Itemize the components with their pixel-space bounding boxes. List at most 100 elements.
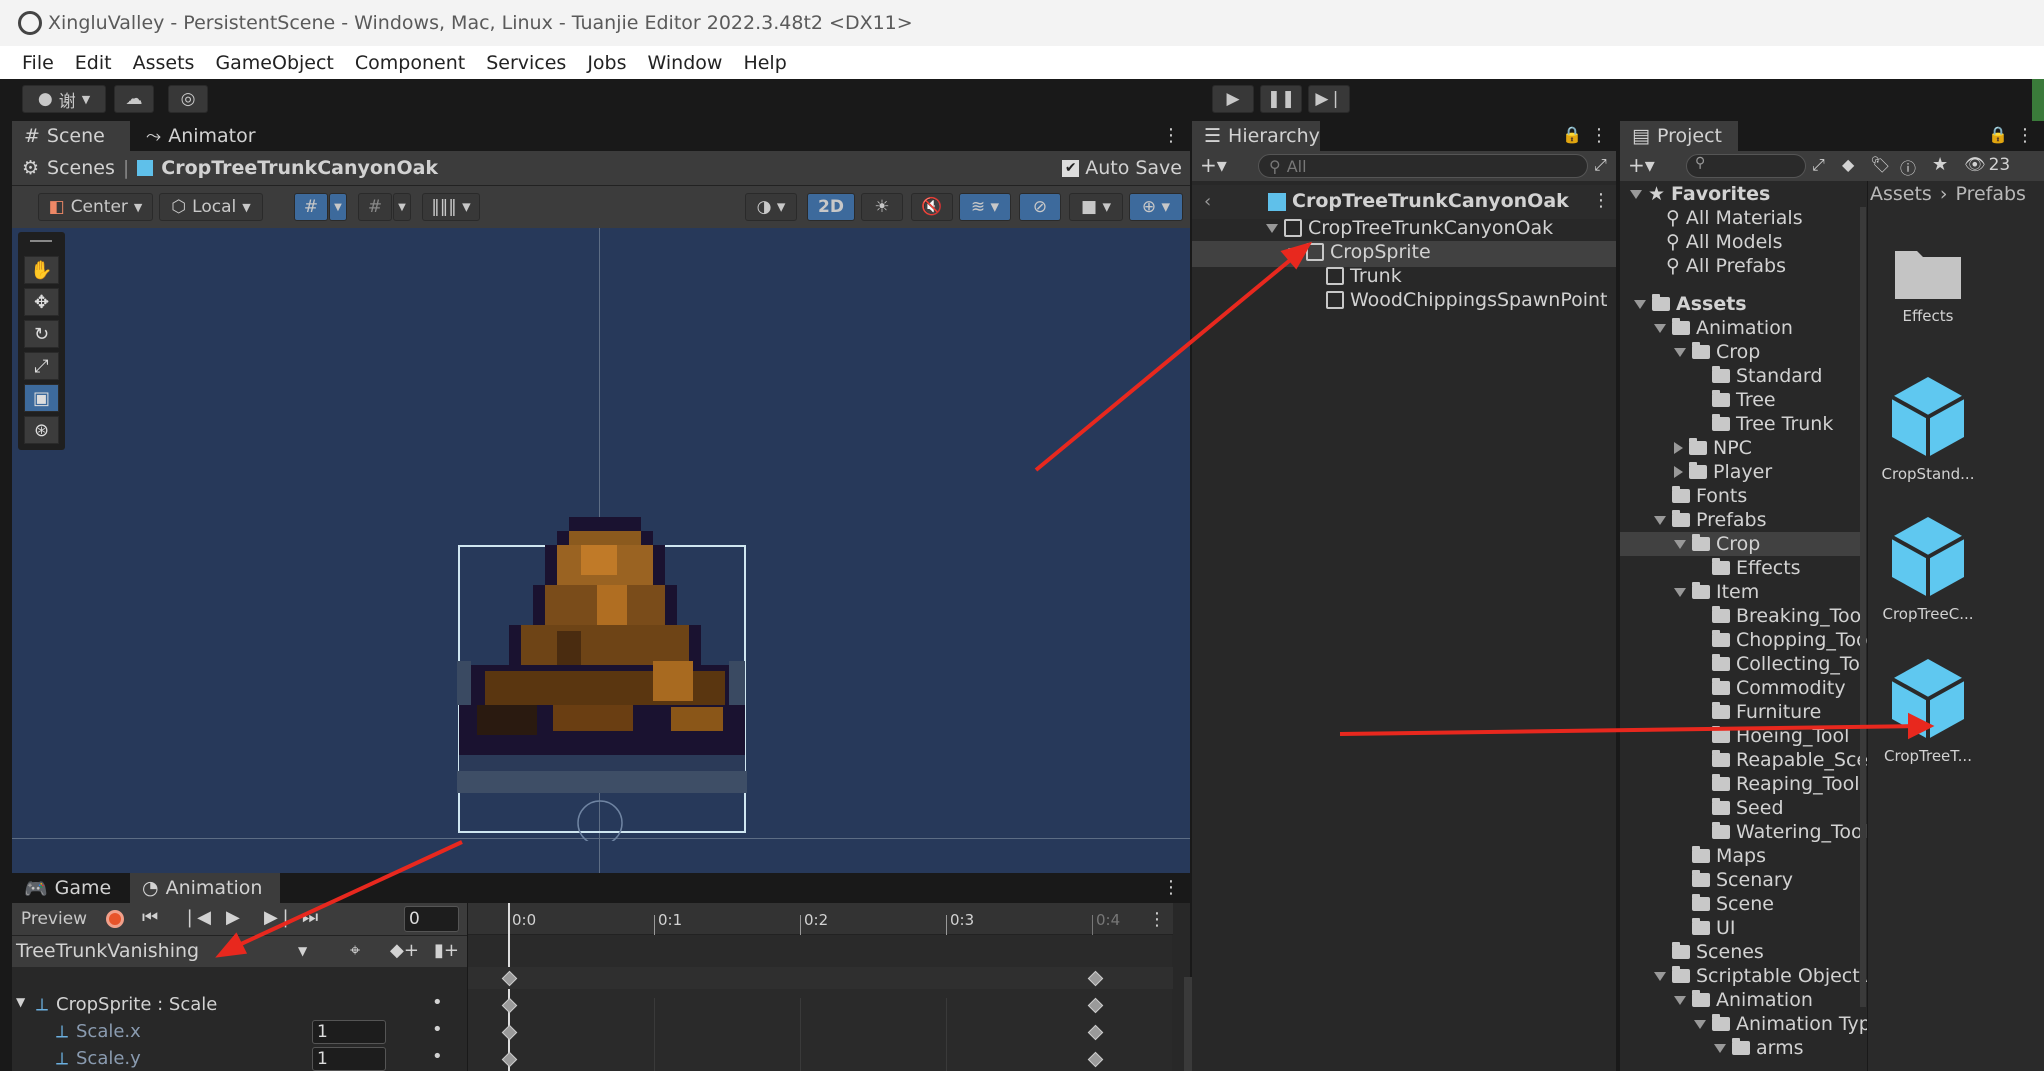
tab-hierarchy[interactable]: ☰ Hierarchy — [1192, 121, 1320, 151]
breadcrumb-assets[interactable]: Assets — [1870, 183, 1932, 205]
drag-handle-icon[interactable] — [30, 240, 52, 242]
menu-file[interactable]: File — [22, 52, 54, 74]
expand-arrow-icon[interactable] — [1266, 223, 1278, 233]
pause-button[interactable]: ❚❚ — [1260, 85, 1302, 113]
lock-icon[interactable]: 🔒 — [1988, 125, 2008, 144]
project-folder-item[interactable]: Fonts — [1654, 485, 1747, 507]
tab-game[interactable]: 🎮 Game — [12, 873, 128, 903]
expand-arrow-icon[interactable] — [1630, 189, 1642, 199]
expand-arrow-icon[interactable] — [1694, 1019, 1706, 1029]
property-row-scale[interactable]: ▼ ⟂ CropSprite : Scale • — [12, 992, 467, 1019]
project-folder-item[interactable]: Furniture — [1694, 701, 1821, 723]
menu-services[interactable]: Services — [486, 52, 566, 74]
project-folder-item[interactable]: Crop — [1674, 341, 1760, 363]
clip-dropdown[interactable]: TreeTrunkVanishing ▼ — [16, 940, 316, 962]
menu-component[interactable]: Component — [355, 52, 465, 74]
keyframe-marker[interactable] — [1087, 1024, 1104, 1041]
camera-dropdown[interactable]: ■ ▾ — [1069, 193, 1123, 221]
expand-arrow-icon[interactable] — [1674, 347, 1686, 357]
timeline[interactable]: 0:0 0:1 0:2 0:3 0:4 ⋮ — [467, 903, 1194, 1071]
breadcrumb-prefab[interactable]: CropTreeTrunkCanyonOak — [161, 157, 438, 179]
menu-edit[interactable]: Edit — [75, 52, 112, 74]
project-folder-item[interactable]: Scriptable Object A — [1654, 965, 1867, 987]
asset-tile[interactable]: CropStand... — [1868, 373, 1988, 483]
ruler-button[interactable]: ‖‖‖ ▾ — [422, 193, 480, 221]
expand-arrow-icon[interactable] — [1714, 1043, 1726, 1053]
more-options-icon[interactable]: ⋮ — [1162, 877, 1180, 898]
keyframe-marker[interactable] — [1087, 1051, 1104, 1068]
first-key-icon[interactable]: ⏮ — [142, 907, 158, 928]
hierarchy-item[interactable]: CropTreeTrunkCanyonOak — [1266, 217, 1553, 239]
last-key-icon[interactable]: ⏭ — [302, 907, 318, 928]
project-folder-item[interactable]: Effects — [1694, 557, 1801, 579]
asset-tile[interactable]: CropTreeT... — [1868, 655, 1988, 765]
project-folder-item[interactable]: Prefabs — [1654, 509, 1767, 531]
increment-snap-button[interactable]: # — [358, 193, 392, 221]
keyframe-target-icon[interactable]: ⌖ — [350, 940, 360, 961]
increment-snap-dropdown[interactable]: ▼ — [393, 193, 411, 221]
mode-2d-toggle[interactable]: 2D — [807, 193, 855, 221]
more-options-icon[interactable]: ⋮ — [1590, 125, 1608, 146]
project-folder-item[interactable]: Item — [1674, 581, 1759, 603]
expand-arrow-icon[interactable] — [1674, 442, 1683, 454]
scale-x-input[interactable]: 1 — [312, 1020, 386, 1044]
favorite-item[interactable]: ⚲ All Materials — [1666, 207, 1803, 229]
property-row-scale-x[interactable]: ⟂ Scale.x 1 • — [12, 1019, 467, 1046]
property-row-scale-y[interactable]: ⟂ Scale.y 1 • — [12, 1046, 467, 1071]
prev-key-icon[interactable]: ❘◀ — [182, 907, 211, 928]
scene-viewport[interactable]: ✋ ✥ ↻ ⤢ ▣ ⊛ — [12, 228, 1190, 873]
audio-toggle[interactable]: 🔇 — [911, 193, 953, 221]
more-options-icon[interactable]: ⋮ — [1162, 125, 1180, 146]
expand-arrow-icon[interactable] — [1634, 299, 1646, 309]
services-button[interactable]: ◎ — [168, 85, 208, 113]
expand-arrow-icon[interactable] — [1654, 971, 1666, 981]
tree-scrollbar[interactable] — [1860, 207, 1866, 1007]
project-folder-item[interactable]: Reapable_Sce — [1694, 749, 1867, 771]
project-folder-item[interactable]: Commodity — [1694, 677, 1846, 699]
favorite-star-icon[interactable]: ★ — [1932, 154, 1948, 175]
keyframe-marker[interactable] — [1087, 997, 1104, 1014]
info-icon[interactable]: ⓘ — [1900, 155, 1916, 179]
breadcrumb-prefabs[interactable]: Prefabs — [1955, 183, 2026, 205]
rect-tool-button[interactable]: ▣ — [24, 384, 59, 412]
hierarchy-search-input[interactable]: ⚲ All — [1258, 154, 1588, 178]
project-folder-item[interactable]: Reaping_Tool — [1694, 773, 1860, 795]
project-folder-item[interactable]: Scene — [1674, 893, 1774, 915]
hierarchy-item[interactable]: WoodChippingsSpawnPoint — [1326, 289, 1608, 311]
hand-tool-button[interactable]: ✋ — [24, 256, 59, 284]
tab-scene[interactable]: # Scene — [12, 121, 130, 151]
menu-jobs[interactable]: Jobs — [587, 52, 626, 74]
project-folder-item[interactable]: arms — [1714, 1037, 1804, 1059]
expand-arrow-icon[interactable] — [1674, 587, 1686, 597]
project-folder-item[interactable]: Tree — [1694, 389, 1776, 411]
project-folder-item[interactable]: Animation Typ — [1694, 1013, 1867, 1035]
grid-snap-button[interactable]: # — [294, 193, 328, 221]
add-keyframe-icon[interactable]: ◆+ — [390, 940, 419, 961]
tree-trunk-sprite[interactable] — [457, 511, 757, 841]
menu-assets[interactable]: Assets — [133, 52, 195, 74]
play-button[interactable]: ▶ — [1212, 85, 1254, 113]
project-folder-item[interactable]: Scenary — [1674, 869, 1793, 891]
breadcrumb-scenes[interactable]: Scenes — [47, 157, 115, 179]
keyframe-marker[interactable] — [501, 1051, 518, 1068]
keyframe-marker[interactable] — [501, 1024, 518, 1041]
project-folder-item[interactable]: UI — [1674, 917, 1736, 939]
expand-arrow-icon[interactable]: ▼ — [16, 995, 25, 1009]
more-options-icon[interactable]: ⋮ — [2016, 125, 2034, 146]
scale-tool-button[interactable]: ⤢ — [24, 352, 59, 380]
menu-window[interactable]: Window — [648, 52, 723, 74]
more-options-icon[interactable]: ⋮ — [1592, 190, 1610, 211]
menu-gameobject[interactable]: GameObject — [215, 52, 333, 74]
space-dropdown[interactable]: ⬡ Local ▼ — [159, 193, 263, 221]
project-search-input[interactable]: ⚲ — [1686, 154, 1806, 178]
project-folder-item[interactable]: Animation — [1654, 317, 1793, 339]
project-folder-item[interactable]: Player — [1674, 461, 1772, 483]
scale-y-input[interactable]: 1 — [312, 1047, 386, 1071]
timeline-ruler[interactable]: 0:0 0:1 0:2 0:3 0:4 ⋮ — [468, 903, 1173, 935]
play-animation-icon[interactable]: ▶ — [226, 907, 240, 928]
project-folder-item[interactable]: Tree Trunk — [1694, 413, 1833, 435]
project-folder-item[interactable]: Assets — [1634, 293, 1747, 315]
pivot-handle-icon[interactable] — [577, 800, 623, 841]
tab-project[interactable]: ▤ Project — [1620, 121, 1738, 151]
cloud-button[interactable]: ☁ — [114, 85, 154, 113]
